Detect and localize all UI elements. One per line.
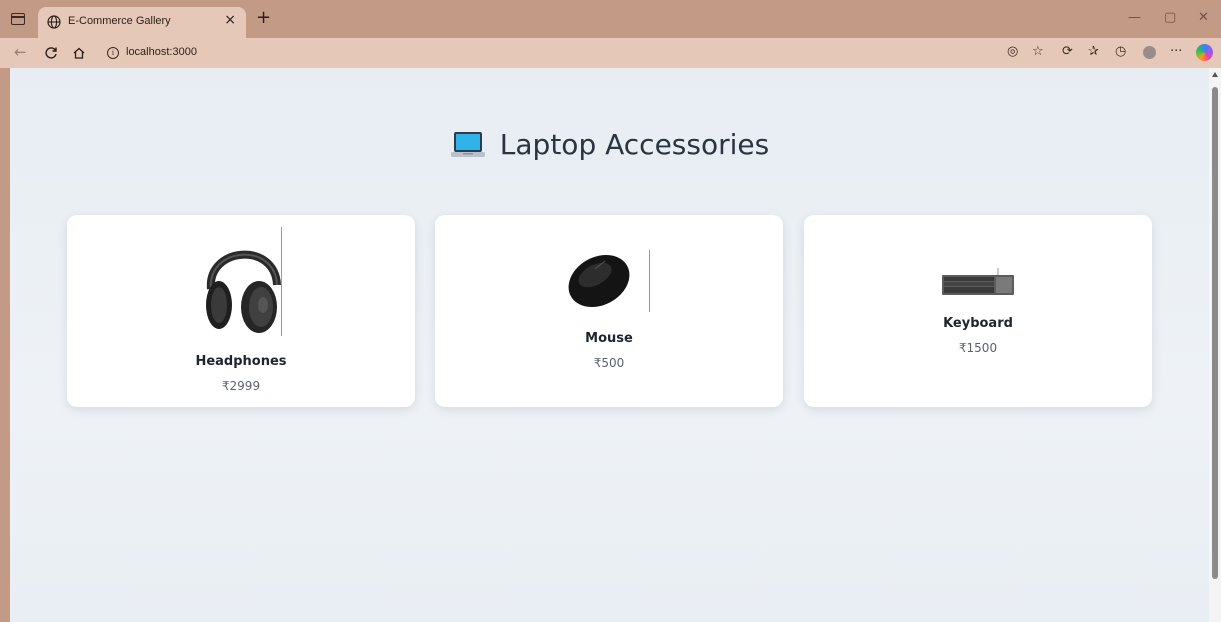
image-border [281, 227, 282, 336]
minimize-button[interactable]: — [1128, 10, 1141, 25]
page-heading: Laptop Accessories [10, 128, 1209, 167]
address-bar[interactable]: i localhost:3000 [98, 41, 1044, 65]
extensions-icon[interactable]: ⟳ [1062, 44, 1073, 60]
history-icon[interactable]: ◷ [1115, 44, 1126, 60]
refresh-icon[interactable] [44, 46, 58, 60]
site-info-icon[interactable]: i [107, 47, 119, 59]
product-name: Mouse [585, 331, 633, 346]
page-viewport: Laptop Accessories Headphones ₹2999 Mous… [10, 68, 1209, 622]
tab-close-button[interactable]: × [224, 12, 236, 28]
read-aloud-icon[interactable]: ◎ [1007, 44, 1018, 60]
browser-toolbar: ← i localhost:3000 ◎ ☆ ⟳ ✰ ◷ ··· [0, 38, 1221, 68]
favorites-icon[interactable]: ✰ [1088, 44, 1099, 60]
tab-actions-icon[interactable] [11, 13, 25, 25]
close-window-button[interactable]: ✕ [1198, 10, 1209, 25]
mouse-image [568, 255, 630, 307]
scroll-up-arrow-icon[interactable] [1212, 72, 1218, 77]
new-tab-button[interactable]: + [256, 8, 271, 28]
browser-tab[interactable]: E-Commerce Gallery × [38, 7, 246, 38]
copilot-icon[interactable] [1196, 44, 1213, 61]
product-card-mouse[interactable]: Mouse ₹500 [435, 215, 783, 407]
browser-titlebar: E-Commerce Gallery × + — ▢ ✕ [0, 0, 1221, 38]
headphones-image [206, 250, 281, 333]
product-price: ₹2999 [221, 379, 261, 393]
globe-icon [47, 15, 61, 29]
product-name: Headphones [195, 354, 287, 369]
tab-title: E-Commerce Gallery [68, 15, 171, 27]
more-options-icon[interactable]: ··· [1170, 44, 1182, 60]
favorite-star-icon[interactable]: ☆ [1032, 44, 1044, 60]
product-card-keyboard[interactable]: Keyboard ₹1500 [804, 215, 1152, 407]
laptop-icon [450, 131, 485, 157]
image-border [649, 250, 650, 312]
url-text[interactable]: localhost:3000 [126, 46, 197, 58]
scrollbar-thumb[interactable] [1212, 87, 1218, 579]
page-scrollbar[interactable] [1209, 68, 1221, 622]
home-icon[interactable] [72, 46, 86, 60]
keyboard-image [942, 268, 1014, 295]
product-price: ₹1500 [958, 341, 998, 355]
product-name: Keyboard [943, 316, 1013, 331]
product-card-headphones[interactable]: Headphones ₹2999 [67, 215, 415, 407]
product-price: ₹500 [593, 356, 625, 370]
back-button[interactable]: ← [14, 43, 27, 61]
page-title: Laptop Accessories [499, 128, 770, 161]
restore-button[interactable]: ▢ [1164, 10, 1176, 25]
profile-avatar-icon[interactable] [1143, 46, 1156, 59]
